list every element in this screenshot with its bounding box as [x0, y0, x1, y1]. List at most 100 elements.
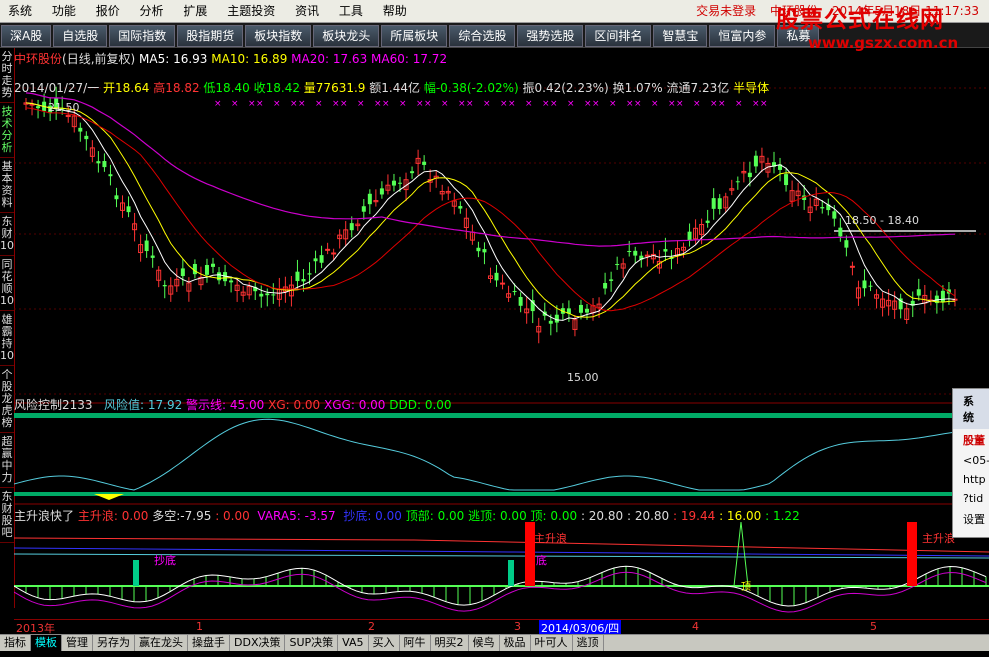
candle-body-down	[361, 206, 366, 212]
annotation-bottom: 底	[536, 553, 547, 567]
stock-title[interactable]: 中环股份	[14, 52, 62, 66]
risk-control-panel	[14, 413, 989, 500]
tab-indicator[interactable]: 指标	[0, 635, 31, 651]
detail-float: 流通7.23亿	[666, 81, 730, 95]
toolbar-button-strong-screen[interactable]: 强势选股	[517, 25, 584, 47]
candle-body-down	[615, 264, 620, 266]
menu-item-help[interactable]: 帮助	[375, 0, 415, 22]
menu-item-function[interactable]: 功能	[44, 0, 84, 22]
tab-jipin[interactable]: 极品	[500, 635, 531, 651]
sidebar-item-intraday[interactable]: 分时走势	[0, 48, 14, 103]
candle-body-down	[229, 280, 234, 283]
sidebar-item-guba[interactable]: 东财股吧	[0, 488, 14, 543]
popup-line-4[interactable]: ?tid	[953, 489, 989, 508]
menu-item-quote[interactable]: 报价	[88, 0, 128, 22]
bottom-bar	[508, 560, 514, 586]
tab-save-as[interactable]: 另存为	[93, 635, 135, 651]
menu-item-system[interactable]: 系统	[0, 0, 40, 22]
tab-sup[interactable]: SUP决策	[285, 635, 339, 651]
time-label-2: 2	[368, 620, 375, 633]
xg-value: XG: 0.00	[268, 398, 321, 412]
toolbar-button-index-futures[interactable]: 股指期货	[177, 25, 244, 47]
candle-body-down	[711, 198, 716, 209]
sidebar-item-tonghuashun[interactable]: 同花顺10	[0, 256, 14, 311]
menu-item-info[interactable]: 资讯	[287, 0, 327, 22]
candle-body-down	[482, 249, 487, 253]
candle-body-down	[367, 193, 372, 205]
tab-buy[interactable]: 买入	[369, 635, 400, 651]
sidebar-item-technical[interactable]: 技术分析	[0, 103, 14, 158]
tab-taoding[interactable]: 逃顶	[573, 635, 604, 651]
time-label-1: 1	[196, 620, 203, 633]
escape-top-value: 逃顶: 0.00	[468, 509, 527, 523]
candle-body-down	[862, 280, 867, 289]
menu-item-analysis[interactable]: 分析	[132, 0, 172, 22]
popup-line-3[interactable]: http	[953, 470, 989, 489]
ma60-line	[25, 92, 956, 247]
toolbar-button-hengfu[interactable]: 恒富内参	[709, 25, 776, 47]
sidebar-item-chaoying[interactable]: 超赢中力	[0, 433, 14, 488]
ma5-line	[25, 102, 956, 321]
kline-chart-area[interactable]: × × × × × × × × × × × × × × × × × × × × × × × × × × × × × × × × × × × × × × × ×…	[14, 48, 989, 619]
tab-ddx[interactable]: DDX决策	[230, 635, 286, 651]
candle-body-down	[379, 188, 384, 195]
tab-manage[interactable]: 管理	[62, 635, 93, 651]
signal-marker-x: ×	[626, 99, 634, 109]
menu-item-theme[interactable]: 主题投资	[219, 0, 283, 22]
tab-houniao[interactable]: 候鸟	[469, 635, 500, 651]
toolbar-button-range-rank[interactable]: 区间排名	[585, 25, 652, 47]
toolbar-button-combined-screen[interactable]: 综合选股	[449, 25, 516, 47]
toolbar-button-intl-index[interactable]: 国际指数	[109, 25, 176, 47]
popup-settings[interactable]: 设置	[953, 508, 989, 530]
candle-body-down	[838, 227, 843, 237]
detail-change: 幅-0.38(-2.02%)	[423, 81, 519, 95]
toolbar-button-sector-index[interactable]: 板块指数	[245, 25, 312, 47]
system-popup[interactable]: 系统 股董 <05- http ?tid 设置	[952, 388, 989, 538]
candle-body-down	[820, 207, 825, 209]
bottom-fish-value: 抄底: 0.00	[343, 509, 402, 523]
candle-body-down	[410, 171, 415, 174]
signal-marker-x: ×	[374, 99, 382, 109]
login-status[interactable]: 交易未登录	[696, 4, 756, 18]
sidebar-item-fundamentals[interactable]: 基本资料	[0, 158, 14, 213]
signal-marker-x: ×	[315, 99, 323, 109]
popup-line-2: <05-	[963, 454, 989, 467]
tab-va5[interactable]: VA5	[338, 635, 369, 651]
tab-yekeren[interactable]: 叶可人	[531, 635, 573, 651]
candle-body-down	[265, 293, 270, 296]
candle-body-down	[476, 247, 481, 252]
toolbar-button-watchlist[interactable]: 自选股	[53, 25, 108, 47]
detail-open: 开18.64	[103, 81, 150, 95]
tab-template[interactable]: 模板	[31, 635, 62, 651]
sidebar-item-eastmoney[interactable]: 东财10	[0, 213, 14, 256]
value-4: : 16.00	[719, 509, 762, 523]
candle-body-down	[585, 308, 589, 313]
signal-marker-x: ×	[752, 99, 760, 109]
value-3: : 19.44	[673, 509, 716, 523]
candle-body-down	[518, 296, 523, 306]
tab-trader[interactable]: 操盘手	[188, 635, 230, 651]
tab-aniu[interactable]: 阿牛	[400, 635, 431, 651]
risk-indicator-name[interactable]: 风险控制2133	[14, 398, 93, 412]
popup-line-1[interactable]: 股董	[953, 429, 989, 451]
candle-body-down	[114, 195, 119, 200]
signal-marker-x: ×	[458, 99, 466, 109]
tab-win-leader[interactable]: 赢在龙头	[135, 635, 188, 651]
tab-mingmai2[interactable]: 明买2	[431, 635, 469, 651]
menu-item-extend[interactable]: 扩展	[175, 0, 215, 22]
sidebar-item-xiongba[interactable]: 雄霸持10	[0, 311, 14, 366]
menu-item-tools[interactable]: 工具	[331, 0, 371, 22]
sidebar-item-dragon-tiger[interactable]: 个股龙虎榜	[0, 366, 14, 433]
time-axis: 2013年 1 2 3 2014/03/06/四 4 5	[14, 619, 989, 636]
toolbar-button-own-sector[interactable]: 所属板块	[381, 25, 448, 47]
candle-body-down	[96, 161, 101, 164]
toolbar-button-sz-a[interactable]: 深A股	[1, 25, 52, 47]
period-label[interactable]: (日线,前复权)	[62, 52, 135, 66]
top-value: 顶部: 0.00	[405, 509, 465, 523]
wave-indicator-name[interactable]: 主升浪快了	[14, 509, 74, 523]
toolbar-button-sector-leader[interactable]: 板块龙头	[313, 25, 380, 47]
toolbar-button-zhihuibao[interactable]: 智慧宝	[653, 25, 708, 47]
popup-title: 系统	[953, 389, 989, 429]
value-0: : 0.00	[215, 509, 250, 523]
signal-marker-x: ×	[441, 99, 449, 109]
